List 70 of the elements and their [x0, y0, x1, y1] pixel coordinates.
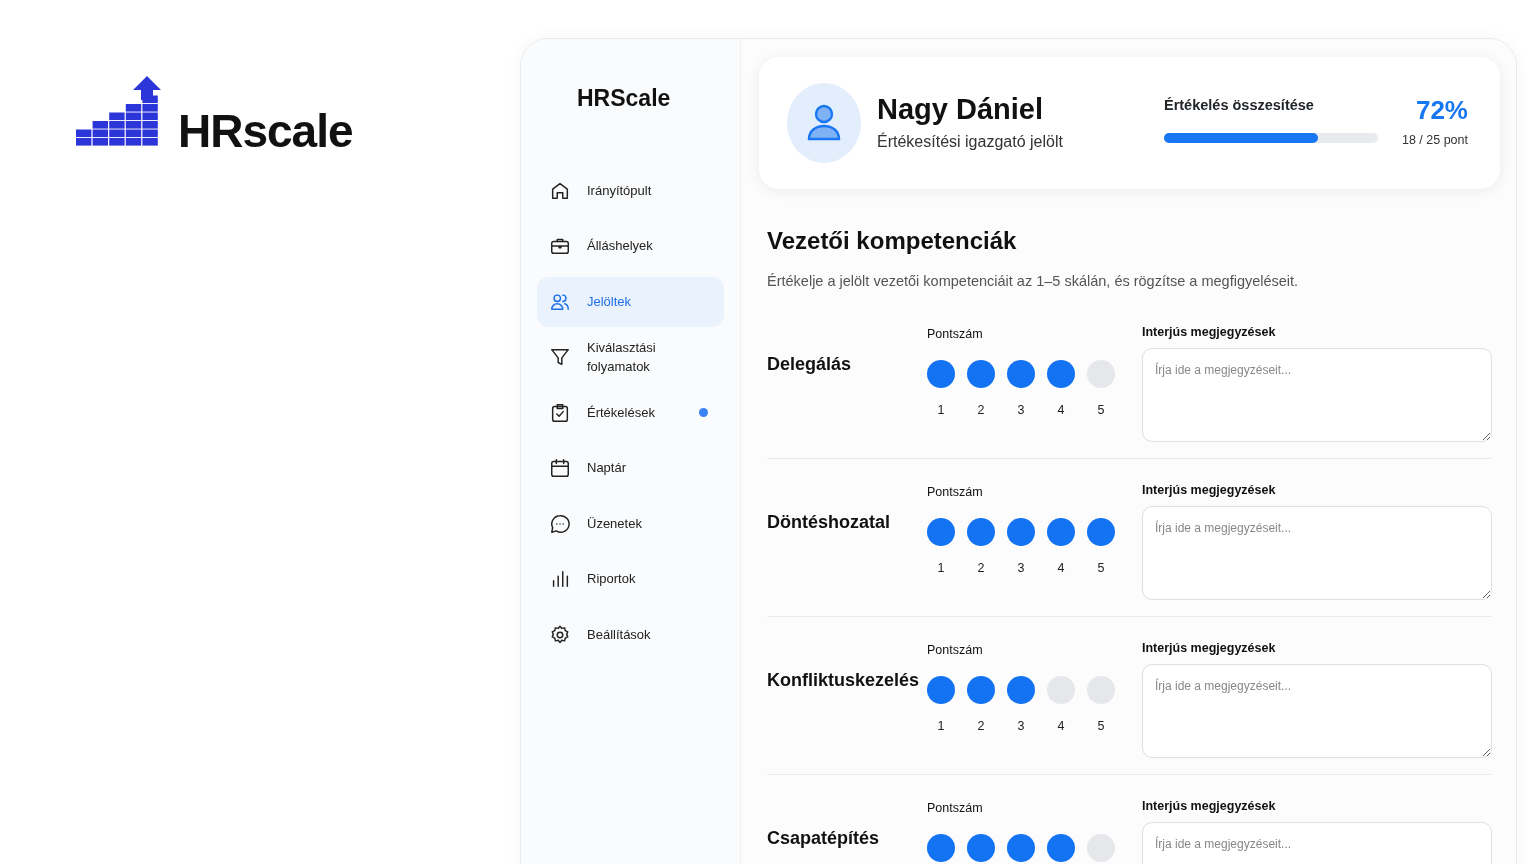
section-title: Vezetői kompetenciák	[767, 226, 1018, 256]
rating-number: 1	[937, 403, 945, 416]
score-label: Pontszám	[927, 483, 984, 501]
rating-number: 4	[1057, 403, 1065, 416]
notes-label: Interjús megjegyzések	[1142, 639, 1277, 657]
score-label: Pontszám	[927, 641, 984, 659]
rating-dot[interactable]	[967, 359, 995, 388]
settings-icon	[549, 623, 571, 646]
rating-number: 5	[1097, 403, 1105, 416]
rating-number: 2	[977, 403, 985, 416]
rating-dot[interactable]	[967, 675, 995, 704]
rating-number: 4	[1057, 719, 1065, 732]
competency-name: Delegálás	[767, 352, 853, 376]
rating-dot[interactable]	[1007, 359, 1035, 388]
rating-dot[interactable]	[1007, 517, 1035, 546]
sidebar-item[interactable]: Üzenetek	[537, 498, 724, 549]
rating-dot[interactable]	[927, 675, 955, 704]
score-percent: 72%	[1414, 96, 1468, 123]
rating-number: 3	[1017, 403, 1025, 416]
notes-field[interactable]: Írja ide a megjegyzéseit...	[1142, 505, 1492, 600]
notes-label: Interjús megjegyzések	[1142, 323, 1277, 341]
app-title: HRScale	[577, 84, 672, 113]
score-label: Pontszám	[927, 799, 984, 817]
candidate-role: Értékesítési igazgató jelölt	[877, 131, 1064, 153]
sidebar-item[interactable]: Álláshelyek	[537, 221, 724, 271]
rating-dot[interactable]	[967, 833, 995, 862]
score-label: Pontszám	[927, 325, 984, 343]
rating-number: 2	[977, 719, 985, 732]
notes-field[interactable]: Írja ide a megjegyzéseit...	[1142, 663, 1492, 758]
chat-bubble-icon	[549, 512, 571, 535]
rating-number: 4	[1057, 561, 1065, 574]
notes-field[interactable]: Írja ide a megjegyzéseit...	[1142, 347, 1492, 442]
rating-dot[interactable]	[1007, 675, 1035, 704]
rating-dot[interactable]	[1087, 517, 1115, 546]
rating-number: 2	[977, 561, 985, 574]
rating-dot[interactable]	[927, 833, 955, 862]
score-points: 18 / 25 pont	[1401, 131, 1468, 149]
sidebar-item[interactable]: Kiválasztási folyamatok	[537, 332, 724, 382]
sidebar-item[interactable]: Naptár	[537, 443, 724, 493]
notes-field[interactable]: Írja ide a megjegyzéseit...	[1142, 821, 1492, 864]
rating-dot[interactable]	[1047, 517, 1075, 546]
rating-number: 3	[1017, 719, 1025, 732]
rating-number: 1	[937, 561, 945, 574]
sidebar-item[interactable]: Jelöltek	[537, 276, 724, 327]
rating-number: 1	[937, 719, 945, 732]
summary-label: Értékelés összesítése	[1163, 96, 1315, 116]
competency-name: Konfliktuskezelés	[767, 668, 921, 692]
competency-name: Döntéshozatal	[767, 510, 891, 534]
clipboard-check-icon	[549, 401, 571, 424]
notes-label: Interjús megjegyzések	[1142, 481, 1277, 499]
brand-name: HRscale	[178, 108, 353, 154]
rating-dot[interactable]	[1007, 833, 1035, 862]
rating-dot[interactable]	[1047, 359, 1075, 388]
rating-dot[interactable]	[1047, 833, 1075, 862]
calendar-icon	[549, 457, 571, 479]
notes-label: Interjús megjegyzések	[1142, 797, 1277, 815]
section-description: Értékelje a jelölt vezetői kompetenciáit az 1–5 skálán, és rögzítse a megfigyeléseit.	[767, 272, 1300, 291]
rating-dot[interactable]	[927, 517, 955, 546]
rating-dot[interactable]	[967, 517, 995, 546]
filter-icon	[549, 346, 571, 368]
rating-dot[interactable]	[927, 359, 955, 388]
sidebar-item[interactable]: Riportok	[537, 554, 724, 604]
sidebar-item[interactable]: Értékelések	[537, 387, 724, 438]
rating-number: 3	[1017, 561, 1025, 574]
rating-number: 5	[1097, 561, 1105, 574]
candidate-name: Nagy Dániel	[877, 91, 1044, 127]
sidebar-item[interactable]: Beállítások	[537, 609, 724, 660]
sidebar-item[interactable]: Irányítópult	[537, 165, 724, 216]
rating-number: 5	[1097, 719, 1105, 732]
competency-name: Csapatépítés	[767, 826, 881, 850]
